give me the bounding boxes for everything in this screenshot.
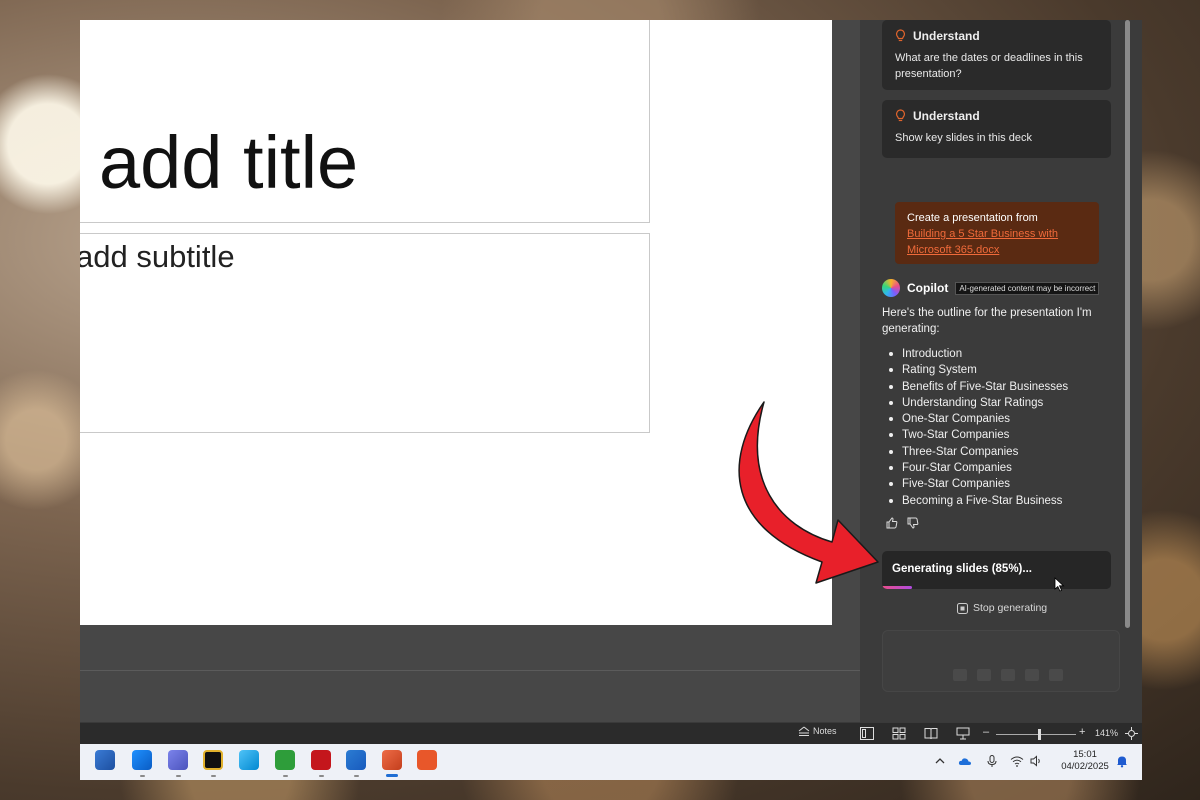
status-bar: Notes – + 141% <box>80 722 1142 744</box>
notes-button[interactable]: Notes <box>798 726 837 736</box>
outlook-icon[interactable] <box>132 750 152 770</box>
zoom-out-button[interactable]: – <box>983 726 989 738</box>
list-item: Introduction <box>882 346 1112 362</box>
clock-date: 04/02/2025 <box>1061 761 1109 772</box>
zoom-slider[interactable] <box>996 734 1076 735</box>
view-switcher <box>860 727 970 740</box>
progress-track <box>882 586 1111 589</box>
clock-time: 15:01 <box>1073 749 1097 760</box>
slideshow-icon[interactable] <box>956 727 970 740</box>
running-indicator <box>319 775 324 777</box>
list-item: Rating System <box>882 362 1112 378</box>
running-indicator <box>283 775 288 777</box>
prompt-guide-icon[interactable] <box>1025 669 1039 681</box>
powerpoint-window: add title add subtitle Understand What a… <box>80 20 1142 780</box>
pane-scrollbar[interactable] <box>1125 20 1130 628</box>
progress-fill <box>882 586 912 589</box>
input-toolbar <box>953 669 1063 681</box>
onedrive-icon[interactable] <box>958 754 972 768</box>
running-indicator <box>354 775 359 777</box>
slide-sorter-icon[interactable] <box>892 727 906 740</box>
feedback-row <box>886 517 919 529</box>
copilot-response-header: Copilot AI-generated content may be inco… <box>882 279 1100 297</box>
user-message-bubble: Create a presentation from Building a 5 … <box>895 202 1099 264</box>
generating-status-box: Generating slides (85%)... <box>882 551 1111 589</box>
camtasia-icon[interactable] <box>275 750 295 770</box>
stop-generating-button[interactable]: Stop generating <box>957 602 1047 614</box>
notes-divider[interactable] <box>80 670 860 671</box>
suggestion-category: Understand <box>913 109 980 123</box>
notification-bell-icon[interactable] <box>1115 754 1129 768</box>
attach-icon[interactable] <box>953 669 967 681</box>
acrobat-icon[interactable] <box>311 750 331 770</box>
list-item: Five-Star Companies <box>882 476 1112 492</box>
user-message-prefix: Create a presentation from <box>907 212 1038 224</box>
running-indicator <box>140 775 145 777</box>
notes-label: Notes <box>813 726 837 736</box>
suggestion-card-key-slides[interactable]: Understand Show key slides in this deck <box>882 100 1111 158</box>
list-item: Benefits of Five-Star Businesses <box>882 379 1112 395</box>
notes-icon <box>798 726 810 736</box>
lightbulb-icon <box>896 109 905 122</box>
microphone-icon[interactable] <box>985 754 999 768</box>
snagit-icon[interactable] <box>417 750 437 770</box>
lightbulb-icon <box>896 29 905 42</box>
thumbs-up-icon[interactable] <box>886 517 898 529</box>
list-item: Four-Star Companies <box>882 460 1112 476</box>
running-indicator <box>211 775 216 777</box>
list-item: One-Star Companies <box>882 411 1112 427</box>
zoom-slider-handle[interactable] <box>1038 729 1041 740</box>
powerpoint-icon[interactable] <box>382 750 402 770</box>
normal-view-icon[interactable] <box>860 727 874 740</box>
ai-disclaimer-badge: AI-generated content may be incorrect <box>955 281 1100 295</box>
windows-taskbar: 15:01 04/02/2025 <box>80 744 1142 780</box>
copilot-logo-icon <box>882 279 900 297</box>
files-icon[interactable] <box>239 750 259 770</box>
chat-input-area <box>882 630 1120 692</box>
teams-icon[interactable] <box>168 750 188 770</box>
copilot-pane: Understand What are the dates or deadlin… <box>860 20 1142 722</box>
suggestion-text: Show key slides in this deck <box>895 132 1032 144</box>
zoom-in-button[interactable]: + <box>1079 726 1085 738</box>
system-clock[interactable]: 15:01 04/02/2025 <box>1056 749 1114 773</box>
stop-generating-label: Stop generating <box>973 602 1048 614</box>
suggestion-category: Understand <box>913 29 980 43</box>
outline-list: Introduction Rating System Benefits of F… <box>882 346 1112 509</box>
chevron-up-icon[interactable] <box>933 754 947 768</box>
generating-label: Generating slides (85%)... <box>892 563 1032 575</box>
list-item: Two-Star Companies <box>882 427 1112 443</box>
image-icon[interactable] <box>977 669 991 681</box>
list-item: Becoming a Five-Star Business <box>882 493 1112 509</box>
word-icon[interactable] <box>346 750 366 770</box>
windows-store-icon[interactable] <box>95 750 115 770</box>
zoom-level[interactable]: 141% <box>1095 728 1118 738</box>
assistant-name: Copilot <box>907 281 949 295</box>
title-placeholder-text: add title <box>99 121 359 204</box>
chat-input[interactable] <box>891 641 1113 655</box>
list-item: Understanding Star Ratings <box>882 395 1112 411</box>
list-item: Three-Star Companies <box>882 444 1112 460</box>
active-app-indicator <box>386 774 398 777</box>
wifi-icon[interactable] <box>1010 754 1024 768</box>
suggestion-card-dates[interactable]: Understand What are the dates or deadlin… <box>882 20 1111 90</box>
document-link[interactable]: Building a 5 Star Business with Microsof… <box>907 226 1087 258</box>
response-intro: Here's the outline for the presentation … <box>882 307 1092 335</box>
fit-to-window-icon[interactable] <box>1125 727 1138 740</box>
volume-icon[interactable] <box>1029 754 1043 768</box>
reading-view-icon[interactable] <box>924 727 938 740</box>
mic-icon[interactable] <box>1001 669 1015 681</box>
mouse-cursor-icon <box>1054 577 1065 592</box>
slide-workspace: add title add subtitle <box>80 20 860 722</box>
gold-app-icon[interactable] <box>203 750 223 770</box>
thumbs-down-icon[interactable] <box>907 517 919 529</box>
slide-canvas[interactable]: add title add subtitle <box>80 20 832 625</box>
stop-icon <box>957 602 968 614</box>
send-icon[interactable] <box>1049 669 1063 681</box>
suggestion-text: What are the dates or deadlines in this … <box>895 52 1083 80</box>
subtitle-placeholder-text: add subtitle <box>80 239 235 274</box>
running-indicator <box>176 775 181 777</box>
